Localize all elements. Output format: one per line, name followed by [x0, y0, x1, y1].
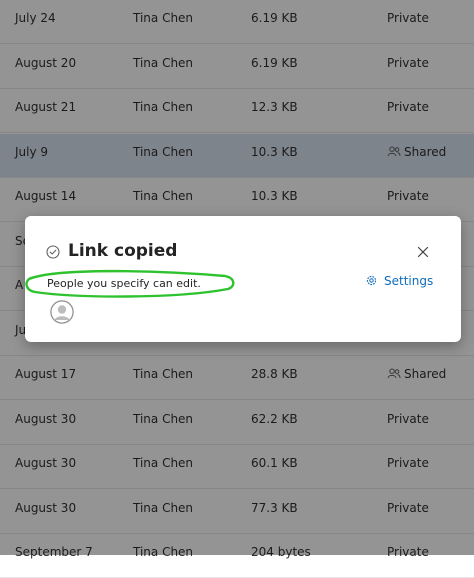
close-icon[interactable] — [416, 245, 430, 259]
check-circle-icon — [46, 245, 60, 259]
permission-description[interactable]: People you specify can edit. — [47, 277, 201, 290]
person-avatar-icon[interactable] — [50, 300, 74, 324]
gear-icon — [366, 275, 377, 286]
link-copied-dialog: Link copied People you specify can edit.… — [25, 216, 461, 342]
dialog-title: Link copied — [68, 241, 178, 261]
settings-button[interactable]: Settings — [365, 274, 433, 292]
settings-label: Settings — [384, 274, 434, 288]
